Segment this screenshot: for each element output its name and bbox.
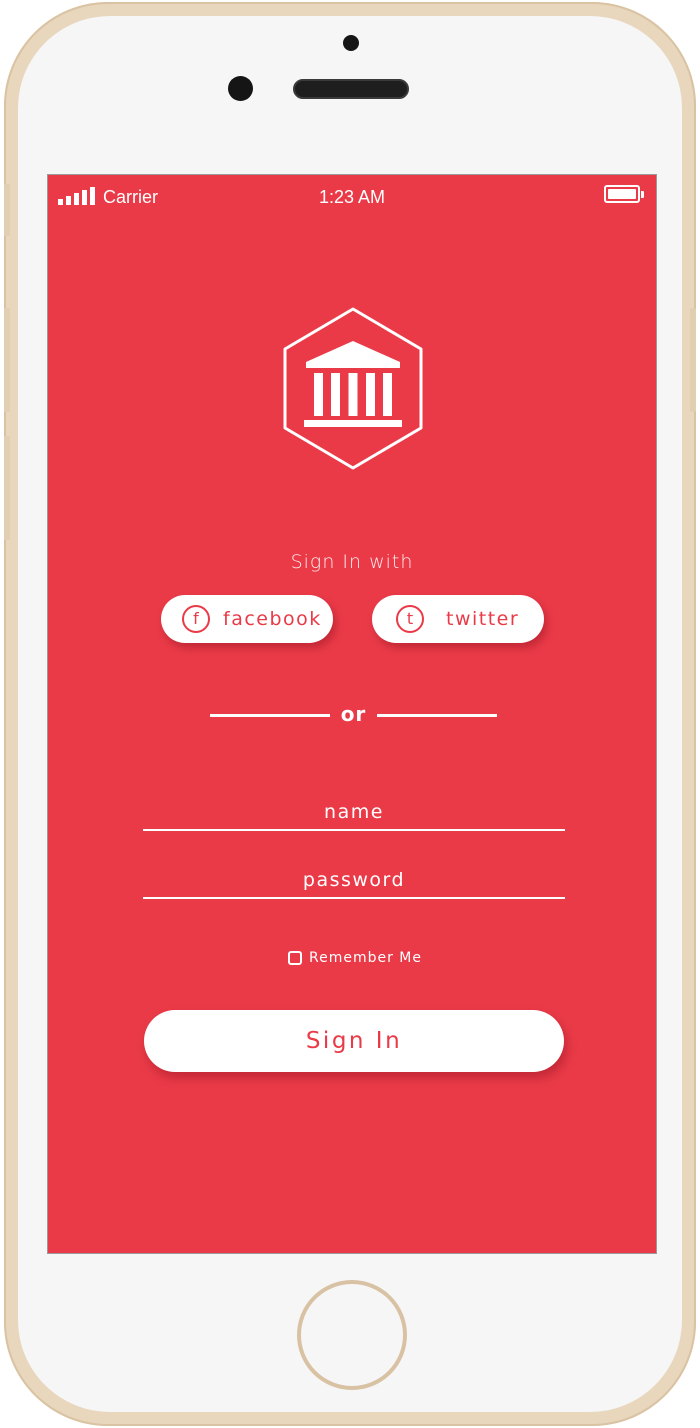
battery-icon — [604, 185, 644, 205]
bank-building-icon — [283, 307, 423, 470]
password-field — [143, 857, 565, 899]
twitter-button[interactable]: t twitter — [372, 595, 544, 643]
power-button — [690, 308, 696, 412]
proximity-sensor — [228, 76, 253, 101]
name-field — [143, 789, 565, 831]
remember-me-checkbox[interactable] — [288, 951, 302, 965]
app-screen: Carrier 1:23 AM Sign In with f facebook … — [47, 174, 657, 1254]
twitter-label: twitter — [446, 608, 520, 630]
facebook-button[interactable]: f facebook — [161, 595, 333, 643]
status-bar: Carrier 1:23 AM — [48, 175, 656, 217]
divider-line-right — [377, 714, 497, 717]
front-camera — [343, 35, 359, 51]
status-time: 1:23 AM — [318, 187, 386, 207]
mute-switch — [4, 184, 10, 236]
sign-in-with-heading: Sign In with — [290, 551, 414, 573]
sign-in-button[interactable]: Sign In — [144, 1010, 564, 1072]
twitter-icon: t — [396, 605, 424, 633]
facebook-icon: f — [182, 605, 210, 633]
remember-me-label: Remember Me — [309, 950, 422, 966]
remember-me[interactable]: Remember Me — [288, 947, 422, 969]
earpiece-speaker — [293, 79, 409, 99]
facebook-label: facebook — [223, 608, 322, 630]
name-input[interactable] — [143, 789, 565, 829]
home-button[interactable] — [297, 1280, 407, 1390]
password-input[interactable] — [143, 857, 565, 897]
or-divider: or — [210, 700, 497, 730]
volume-down-button — [4, 436, 10, 540]
volume-up-button — [4, 308, 10, 412]
